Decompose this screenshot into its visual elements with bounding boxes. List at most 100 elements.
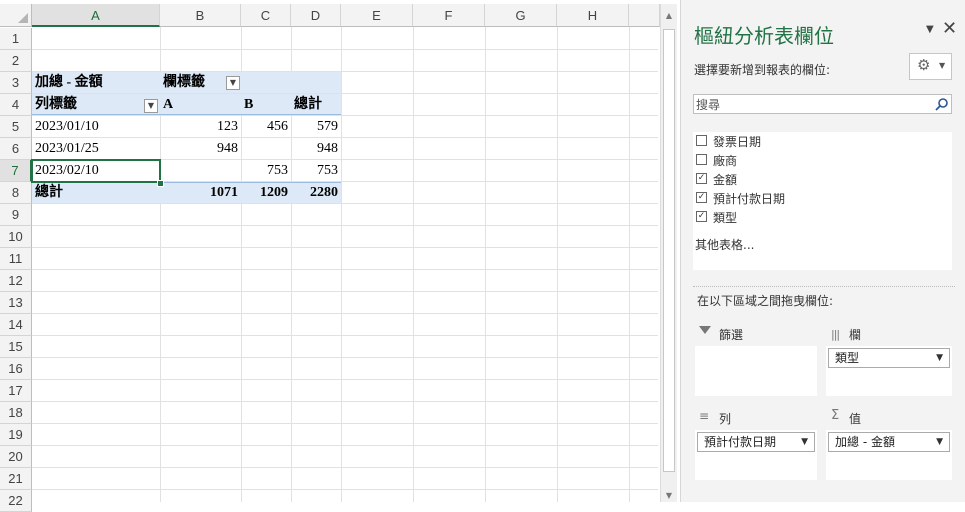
select-all-corner[interactable] <box>0 4 32 27</box>
tools-gear-button[interactable]: ⚙ ▼ <box>909 53 952 80</box>
pivot-grand-total-value[interactable]: 1071 <box>160 182 241 204</box>
gridline <box>32 225 658 226</box>
row-header-7[interactable]: 7 <box>0 160 32 182</box>
pivot-grand-total-value[interactable]: 2280 <box>291 182 341 204</box>
search-icon[interactable] <box>935 98 948 111</box>
chevron-down-icon[interactable]: ▼ <box>926 24 934 35</box>
column-header-i[interactable] <box>629 4 660 27</box>
pivot-value-cell[interactable]: 456 <box>241 116 291 138</box>
row-header-16[interactable]: 16 <box>0 358 32 380</box>
row-header-21[interactable]: 21 <box>0 468 32 490</box>
row-header-10[interactable]: 10 <box>0 226 32 248</box>
row-header-2[interactable]: 2 <box>0 50 32 72</box>
gridline <box>629 27 630 502</box>
row-header-18[interactable]: 18 <box>0 402 32 424</box>
field-label[interactable]: 預計付款日期 <box>713 190 785 207</box>
pivot-row-labels[interactable]: 列標籤 <box>32 94 142 116</box>
scroll-up-arrow-icon[interactable]: ▲ <box>661 8 677 24</box>
row-header-6[interactable]: 6 <box>0 138 32 160</box>
rows-field-pill[interactable]: 預計付款日期 ▼ <box>697 432 815 452</box>
pivot-value-cell[interactable]: 948 <box>160 138 241 160</box>
pivot-grand-total-header[interactable]: 總計 <box>291 94 341 116</box>
values-field-pill[interactable]: 加總 - 金額 ▼ <box>828 432 950 452</box>
filter-area-dropzone[interactable] <box>695 346 817 396</box>
row-filter-dropdown-button[interactable]: ▼ <box>144 99 158 113</box>
pivot-value-cell[interactable]: 123 <box>160 116 241 138</box>
field-list[interactable]: 發票日期 廠商 ✓ 金額 ✓ 預計付款日期 ✓ 類型 其他表格... <box>693 132 952 270</box>
row-header-22[interactable]: 22 <box>0 490 32 512</box>
field-label[interactable]: 發票日期 <box>713 133 761 150</box>
column-header-h[interactable]: H <box>557 4 629 27</box>
rows-field-label: 預計付款日期 <box>704 435 777 449</box>
gridline <box>32 291 658 292</box>
column-header-a[interactable]: A <box>32 4 160 27</box>
columns-field-label: 類型 <box>835 351 860 365</box>
rows-area-dropzone[interactable]: 預計付款日期 ▼ <box>695 430 817 480</box>
row-header-8[interactable]: 8 <box>0 182 32 204</box>
field-checkbox[interactable] <box>696 135 707 146</box>
row-header-9[interactable]: 9 <box>0 204 32 226</box>
pivot-column-labels[interactable]: 欄標籤 <box>160 72 230 94</box>
columns-area-title: 欄 <box>849 328 862 342</box>
column-header-f[interactable]: F <box>413 4 485 27</box>
row-header-14[interactable]: 14 <box>0 314 32 336</box>
field-checkbox-checked[interactable]: ✓ <box>696 192 707 203</box>
column-header-g[interactable]: G <box>485 4 557 27</box>
row-header-4[interactable]: 4 <box>0 94 32 116</box>
scrollbar-thumb[interactable] <box>663 29 675 472</box>
chevron-down-icon[interactable]: ▼ <box>801 433 808 451</box>
pivot-value-cell[interactable] <box>241 138 291 160</box>
row-header-13[interactable]: 13 <box>0 292 32 314</box>
gridline <box>485 27 486 502</box>
row-header-19[interactable]: 19 <box>0 424 32 446</box>
row-header-11[interactable]: 11 <box>0 248 32 270</box>
column-header-d[interactable]: D <box>291 4 341 27</box>
field-label[interactable]: 金額 <box>713 171 737 188</box>
columns-field-pill[interactable]: 類型 ▼ <box>828 348 950 368</box>
row-header-5[interactable]: 5 <box>0 116 32 138</box>
worksheet[interactable]: A B C D E F G H 1 2 3 4 5 6 7 8 9 10 11 … <box>0 0 680 512</box>
values-area-sigma-icon: Σ <box>831 408 840 423</box>
gridline <box>413 27 414 502</box>
pivot-value-cell[interactable]: 753 <box>291 160 341 182</box>
pivot-value-cell[interactable]: 948 <box>291 138 341 160</box>
gridline <box>32 357 658 358</box>
pivot-row-item[interactable]: 2023/01/10 <box>32 116 160 138</box>
row-header-17[interactable]: 17 <box>0 380 32 402</box>
active-cell-border <box>31 159 161 183</box>
vertical-scrollbar[interactable]: ▲ ▼ <box>660 4 677 502</box>
column-filter-dropdown-button[interactable]: ▼ <box>226 76 240 90</box>
column-header-c[interactable]: C <box>241 4 291 27</box>
values-area-dropzone[interactable]: 加總 - 金額 ▼ <box>826 430 952 480</box>
pivot-column-item[interactable]: A <box>160 94 241 116</box>
field-label[interactable]: 廠商 <box>713 152 737 169</box>
columns-area-dropzone[interactable]: 類型 ▼ <box>826 346 952 396</box>
row-header-12[interactable]: 12 <box>0 270 32 292</box>
pivot-value-cell[interactable]: 579 <box>291 116 341 138</box>
chevron-down-icon[interactable]: ▼ <box>936 349 943 367</box>
pivot-column-item[interactable]: B <box>241 94 291 116</box>
pivottable-fields-pane[interactable]: 樞紐分析表欄位 ▼ ✕ 選擇要新增到報表的欄位: ⚙ ▼ 搜尋 發票日期 廠商 … <box>680 0 965 502</box>
pivot-row-item[interactable]: 2023/01/25 <box>32 138 160 160</box>
pivot-value-field-label[interactable]: 加總 - 金額 <box>32 72 160 94</box>
columns-area-icon: ||| <box>831 328 840 341</box>
row-header-15[interactable]: 15 <box>0 336 32 358</box>
gridline <box>32 379 658 380</box>
field-checkbox[interactable] <box>696 154 707 165</box>
close-icon[interactable]: ✕ <box>942 18 957 39</box>
more-tables-link[interactable]: 其他表格... <box>695 236 754 253</box>
pivot-grand-total-value[interactable]: 1209 <box>241 182 291 204</box>
row-header-3[interactable]: 3 <box>0 72 32 94</box>
field-checkbox-checked[interactable]: ✓ <box>696 173 707 184</box>
pivot-value-cell[interactable] <box>160 160 241 182</box>
column-header-e[interactable]: E <box>341 4 413 27</box>
pivot-grand-total-label[interactable]: 總計 <box>32 182 160 204</box>
row-header-1[interactable]: 1 <box>0 28 32 50</box>
column-header-b[interactable]: B <box>160 4 241 27</box>
field-label[interactable]: 類型 <box>713 209 737 226</box>
field-checkbox-checked[interactable]: ✓ <box>696 211 707 222</box>
search-field[interactable]: 搜尋 <box>693 94 952 114</box>
pivot-value-cell[interactable]: 753 <box>241 160 291 182</box>
chevron-down-icon[interactable]: ▼ <box>936 433 943 451</box>
row-header-20[interactable]: 20 <box>0 446 32 468</box>
